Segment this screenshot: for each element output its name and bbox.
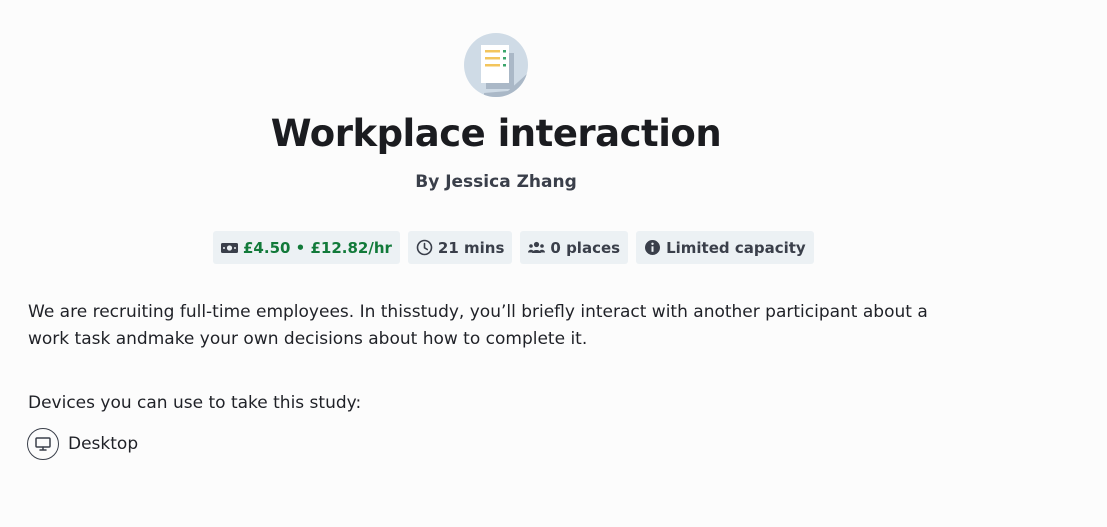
- reward-text: £4.50 • £12.82/hr: [243, 238, 392, 257]
- device-desktop: Desktop: [27, 428, 138, 460]
- device-label: Desktop: [68, 434, 139, 454]
- study-badges: £4.50 • £12.82/hr 21 mins 0 places Limit…: [213, 231, 814, 264]
- duration-text: 21 mins: [437, 238, 505, 257]
- reward-badge: £4.50 • £12.82/hr: [213, 231, 400, 264]
- info-icon: [644, 239, 661, 256]
- users-icon: [528, 239, 546, 256]
- desktop-icon: [27, 428, 59, 460]
- clock-icon: [416, 239, 433, 256]
- places-badge: 0 places: [520, 231, 629, 264]
- capacity-badge: Limited capacity: [636, 231, 814, 264]
- money-icon: [221, 239, 238, 256]
- devices-label: Devices you can use to take this study:: [28, 393, 362, 413]
- capacity-text: Limited capacity: [666, 238, 806, 257]
- study-title: Workplace interaction: [270, 112, 722, 155]
- study-description: We are recruiting full-time employees. I…: [28, 302, 928, 349]
- study-icon: [464, 33, 528, 97]
- duration-badge: 21 mins: [407, 231, 513, 264]
- places-text: 0 places: [550, 238, 621, 257]
- study-author: By Jessica Zhang: [415, 172, 577, 192]
